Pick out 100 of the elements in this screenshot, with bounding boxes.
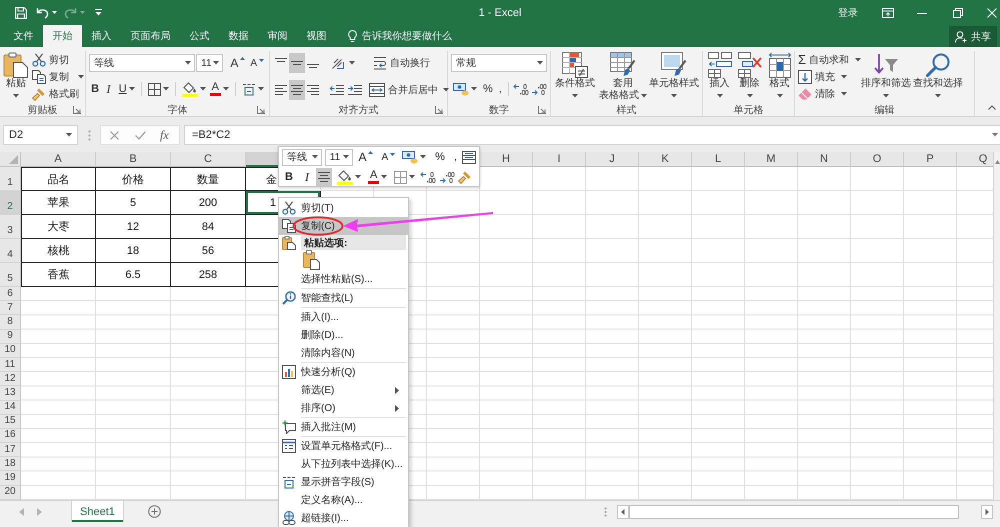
grow-font-button[interactable]: A xyxy=(228,54,248,72)
collapse-ribbon-icon[interactable] xyxy=(988,105,996,110)
cell-brush-icon[interactable] xyxy=(661,52,687,78)
caret-icon[interactable] xyxy=(537,61,543,65)
clipboard-icon[interactable] xyxy=(3,52,29,78)
sheet-tab[interactable]: Sheet1 xyxy=(71,501,124,522)
accounting-format-button[interactable] xyxy=(451,80,479,98)
down-arrow-box-icon[interactable] xyxy=(798,70,812,84)
row-header[interactable]: 9 xyxy=(0,330,21,344)
row-header[interactable]: 8 xyxy=(0,315,21,330)
paint-bucket-icon[interactable] xyxy=(182,81,198,97)
sort-filter-button[interactable]: 排序和筛选 xyxy=(860,51,912,103)
dialog-launcher-icon[interactable] xyxy=(538,106,546,114)
sigma-symbol[interactable]: Σ xyxy=(798,52,806,67)
paste-option-icon[interactable] xyxy=(303,250,320,270)
row-header[interactable]: 16 xyxy=(0,428,21,444)
column-header[interactable]: C xyxy=(171,152,246,167)
column-header[interactable] xyxy=(246,152,278,167)
paint-bucket-icon[interactable] xyxy=(337,169,353,185)
ribbon-tab[interactable]: 页面布局 xyxy=(121,25,180,47)
table-icon[interactable] xyxy=(462,150,476,164)
caret-icon[interactable] xyxy=(78,74,84,78)
row-header[interactable]: 14 xyxy=(0,400,21,415)
column-header[interactable]: K xyxy=(639,152,692,167)
insert-function-button[interactable]: fx xyxy=(160,128,169,142)
menu-item[interactable]: 选择性粘贴(S)... xyxy=(279,270,408,288)
dashes-over-box-icon[interactable] xyxy=(242,82,256,96)
insert-cells-button[interactable]: 插入 xyxy=(705,51,734,103)
drag-handle-icon[interactable] xyxy=(88,130,91,141)
align-middle-button[interactable] xyxy=(289,53,305,73)
align-center-icon[interactable] xyxy=(317,171,331,183)
column-header[interactable]: Q xyxy=(957,152,993,167)
row-header[interactable]: 10 xyxy=(0,344,21,358)
bar-grid-icon[interactable] xyxy=(562,52,588,78)
grow-font-button[interactable]: A xyxy=(356,148,376,166)
row-header[interactable]: 20 xyxy=(0,486,21,500)
menu-item[interactable]: 超链接(I)... xyxy=(279,509,408,527)
dialog-launcher-icon[interactable] xyxy=(257,106,265,114)
caret-icon[interactable] xyxy=(13,94,19,98)
menu-item[interactable]: 筛选(E) xyxy=(279,381,408,399)
caret-up-icon[interactable] xyxy=(240,57,246,60)
menu-item[interactable]: 设置单元格格式(F)... xyxy=(279,437,408,455)
chart-card-icon[interactable] xyxy=(282,365,296,379)
menu-item[interactable]: 排序(O) xyxy=(279,399,408,417)
align-center-button[interactable] xyxy=(316,168,332,186)
menu-item[interactable]: 从下拉列表中选择(K)... xyxy=(279,455,408,473)
font-size-box[interactable]: 11 xyxy=(196,54,224,72)
scroll-up-icon[interactable] xyxy=(995,160,1000,164)
align-center-icon[interactable] xyxy=(290,84,304,96)
ribbon-tab[interactable]: 审阅 xyxy=(258,25,297,47)
menu-item[interactable]: 智能查找(L) xyxy=(279,289,408,307)
borders-button[interactable] xyxy=(392,168,418,186)
wrap-text-icon[interactable] xyxy=(373,56,387,70)
caret-icon[interactable] xyxy=(572,94,578,98)
align-left-icon[interactable] xyxy=(274,84,288,96)
copy-button[interactable]: 复制 xyxy=(32,68,84,85)
money-icon[interactable] xyxy=(402,150,418,164)
caret-icon[interactable] xyxy=(381,175,388,179)
find-select-button[interactable]: 查找和选择 xyxy=(912,51,964,103)
caret-icon[interactable] xyxy=(841,74,847,78)
cell-styles-button[interactable]: 单元格样式 xyxy=(649,51,699,103)
caret-icon[interactable] xyxy=(776,94,782,98)
submenu-arrow-icon[interactable] xyxy=(395,404,399,412)
caret-down-icon[interactable] xyxy=(259,59,264,62)
underline-button[interactable]: U xyxy=(116,80,137,98)
ribbon-tab[interactable]: 视图 xyxy=(297,25,336,47)
number-format-box[interactable]: 常规 xyxy=(451,54,547,72)
delete-cells-button[interactable]: 删除 xyxy=(735,51,764,103)
close-icon[interactable] xyxy=(987,8,997,18)
row-header[interactable]: 4 xyxy=(0,239,21,263)
fill-color-button[interactable] xyxy=(180,80,208,98)
caret-icon[interactable] xyxy=(52,11,57,14)
ribbon-tab[interactable]: 开始 xyxy=(43,25,82,47)
indent-icon[interactable] xyxy=(347,84,363,96)
outdent-icon[interactable] xyxy=(329,84,345,96)
percent-button[interactable]: % xyxy=(433,148,447,166)
cells-arrow-icon[interactable] xyxy=(708,52,732,78)
row-header[interactable]: 11 xyxy=(0,358,21,372)
wrap-text-button[interactable]: 自动换行 xyxy=(371,54,432,72)
ribbon-tab[interactable]: 数据 xyxy=(219,25,258,47)
search-icon[interactable] xyxy=(925,52,951,78)
row-header[interactable]: 18 xyxy=(0,457,21,472)
row-header[interactable]: 7 xyxy=(0,301,21,316)
row-header[interactable]: 1 xyxy=(0,167,21,191)
row-header[interactable]: 6 xyxy=(0,287,21,302)
shrink-font-button[interactable]: A xyxy=(248,54,266,72)
cancel-icon[interactable] xyxy=(110,130,119,140)
row-header[interactable]: 3 xyxy=(0,215,21,239)
caret-icon[interactable] xyxy=(883,94,889,98)
align-center-button[interactable] xyxy=(289,80,305,100)
name-box[interactable]: D2 xyxy=(3,125,78,145)
column-header[interactable]: O xyxy=(851,152,904,167)
menu-item[interactable]: 显示拼音字段(S) xyxy=(279,473,408,491)
caret-icon[interactable] xyxy=(471,87,477,91)
increase-decimal-icon[interactable] xyxy=(420,170,436,184)
column-width-icon[interactable] xyxy=(768,52,792,78)
scissors-icon[interactable] xyxy=(32,52,46,66)
caret-icon[interactable] xyxy=(349,61,355,65)
brush-icon[interactable] xyxy=(458,170,472,184)
caret-icon[interactable] xyxy=(213,61,220,65)
